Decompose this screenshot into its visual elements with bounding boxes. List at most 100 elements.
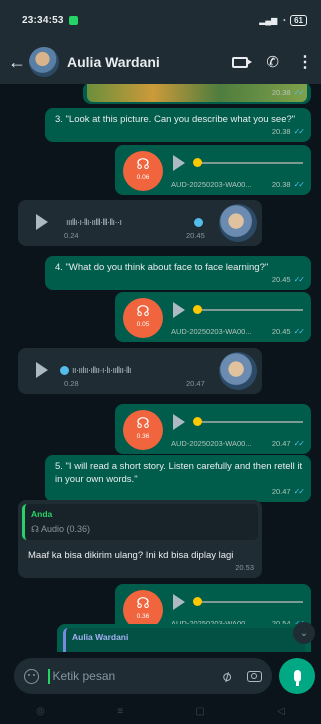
audio-scrubber[interactable] <box>193 158 202 167</box>
audio-duration: 0.06 <box>136 174 150 181</box>
voice-message[interactable]: ıı·ıılıı·ıllıı·ı·lı·ııllıı·llı 0.28 20.4… <box>18 348 262 394</box>
message-list[interactable]: 20.38 ✓✓ 3. "Look at this picture. Can y… <box>0 84 321 652</box>
reply-message[interactable]: Aulia Wardani <box>57 624 311 652</box>
message-meta: 20.45 ✓✓ <box>272 273 305 286</box>
text-caret <box>48 668 50 684</box>
audio-scrubber[interactable] <box>193 417 202 426</box>
recents-icon[interactable]: ≡ <box>117 706 123 717</box>
message-time: 20.38 <box>271 180 291 189</box>
read-ticks-icon: ✓✓ <box>293 88 305 97</box>
notification-icon <box>68 15 78 25</box>
read-ticks-icon: ✓✓ <box>293 180 305 189</box>
message-meta: 20.47 ✓✓ <box>271 485 305 498</box>
play-icon[interactable] <box>173 155 185 171</box>
audio-scrubber[interactable] <box>193 305 202 314</box>
back-icon[interactable]: ◁ <box>277 706 285 717</box>
quote-text: Audio (0.36) <box>41 524 91 534</box>
message-time: 20.45 <box>186 231 205 240</box>
home-icon[interactable]: ▢ <box>195 706 204 717</box>
headphone-icon: ☊ 0.36 <box>123 410 163 450</box>
text-message[interactable]: 3. "Look at this picture. Can you descri… <box>45 108 311 142</box>
message-time: 20.47 <box>271 487 291 496</box>
audio-filename: AUD-20250203-WA00... <box>171 439 252 448</box>
audio-track[interactable] <box>195 421 303 423</box>
message-input[interactable]: Ketik pesan ⌀ <box>14 658 272 694</box>
contact-avatar[interactable] <box>29 47 59 77</box>
image-message[interactable]: 20.38 ✓✓ <box>83 84 311 104</box>
audio-track[interactable] <box>195 309 303 311</box>
voice-message[interactable]: ıııllı·ı·llı·ıılll·lll·llı··ı 0.24 20.45 <box>18 200 262 246</box>
headphone-icon: ☊ <box>31 524 41 534</box>
voice-message[interactable]: ☊ 0.36 AUD-20250203-WA00... 20.47 ✓✓ <box>115 404 311 454</box>
scroll-to-bottom-icon[interactable]: ⌄ <box>293 622 315 644</box>
text-message[interactable]: 4. "What do you think about face to face… <box>45 256 311 290</box>
camera-icon[interactable] <box>247 670 262 682</box>
reply-message[interactable]: Anda ☊ Audio (0.36) Maaf ka bisa dikirim… <box>18 500 262 578</box>
video-call-icon[interactable] <box>232 56 253 68</box>
message-time: 20.53 <box>235 563 254 572</box>
quote-content: ☊ Audio (0.36) <box>31 523 252 536</box>
status-bar: 23:34:53 ▂▄▆ ◔ 61 <box>0 0 321 40</box>
voice-message[interactable]: ☊ 0.06 AUD-20250203-WA00... 20.38 ✓✓ <box>115 145 311 195</box>
message-time: 20.38 <box>271 88 291 97</box>
play-icon[interactable] <box>36 362 48 378</box>
read-ticks-icon: ✓✓ <box>293 127 305 136</box>
quote-author: Anda <box>31 509 53 519</box>
message-time: 20.47 <box>186 379 205 388</box>
read-ticks-icon: ✓✓ <box>293 275 305 284</box>
audio-filename: AUD-20250203-WA00... <box>171 180 252 189</box>
composer: Ketik pesan ⌀ <box>0 652 321 698</box>
audio-track[interactable] <box>195 601 303 603</box>
audio-scrubber[interactable] <box>193 597 202 606</box>
read-ticks-icon: ✓✓ <box>293 439 305 448</box>
audio-scrubber[interactable] <box>194 218 203 227</box>
message-time: 20.45 <box>271 327 291 336</box>
read-ticks-icon: ✓✓ <box>293 327 305 336</box>
message-meta: 20.38 ✓✓ <box>272 125 305 138</box>
attach-icon[interactable]: ⌀ <box>218 666 235 686</box>
message-meta: 20.45 ✓✓ <box>271 325 305 338</box>
wifi-icon: ◔ <box>281 15 287 25</box>
signal-icon: ▂▄▆ <box>259 15 278 25</box>
play-icon[interactable] <box>173 594 185 610</box>
audio-duration: 0.36 <box>136 613 150 620</box>
clock: 23:34:53 <box>22 14 64 26</box>
message-meta: 20.38 ✓✓ <box>271 86 305 99</box>
status-icons: ▂▄▆ ◔ 61 <box>259 14 307 26</box>
audio-scrubber[interactable] <box>60 366 69 375</box>
message-text: 5. "I will read a short story. Listen ca… <box>55 461 303 485</box>
sender-avatar <box>219 204 257 242</box>
chat-header: ← Aulia Wardani ✆ ⋮ <box>0 40 321 84</box>
quoted-message[interactable]: Anda ☊ Audio (0.36) <box>22 504 258 540</box>
accessibility-icon[interactable]: ◎ <box>36 706 45 717</box>
back-arrow-icon[interactable]: ← <box>8 52 26 73</box>
play-icon[interactable] <box>173 414 185 430</box>
more-options-icon[interactable]: ⋮ <box>297 52 313 72</box>
audio-waveform[interactable]: ıııllı·ı·llı·ıılll·lll·llı··ı <box>66 216 122 229</box>
voice-record-button[interactable] <box>279 658 315 694</box>
emoji-icon[interactable] <box>24 668 39 684</box>
message-meta: 20.38 ✓✓ <box>271 178 305 191</box>
headphone-icon: ☊ 0.05 <box>123 298 163 338</box>
text-message[interactable]: 5. "I will read a short story. Listen ca… <box>45 455 311 502</box>
battery-icon: 61 <box>290 14 307 26</box>
quoted-message[interactable]: Aulia Wardani <box>63 628 305 652</box>
contact-name[interactable]: Aulia Wardani <box>67 54 160 70</box>
play-icon[interactable] <box>36 214 48 230</box>
message-text: Maaf ka bisa dikirim ulang? Ini kd bisa … <box>28 550 234 561</box>
audio-filename: AUD-20250203-WA00... <box>171 327 252 336</box>
message-placeholder[interactable]: Ketik pesan <box>53 669 116 683</box>
message-time: 20.47 <box>271 439 291 448</box>
audio-duration: 0.28 <box>64 379 79 388</box>
message-meta: 20.47 ✓✓ <box>271 437 305 450</box>
audio-duration: 0.05 <box>136 321 150 328</box>
system-nav-bar: ◎ ≡ ▢ ◁ <box>0 698 321 724</box>
voice-message[interactable]: ☊ 0.05 AUD-20250203-WA00... 20.45 ✓✓ <box>115 292 311 342</box>
sender-avatar <box>219 352 257 390</box>
play-icon[interactable] <box>173 302 185 318</box>
audio-track[interactable] <box>195 162 303 164</box>
phone-call-icon[interactable]: ✆ <box>266 53 279 71</box>
audio-waveform[interactable]: ıı·ıılıı·ıllıı·ı·lı·ııllıı·llı <box>72 364 132 377</box>
message-text: 3. "Look at this picture. Can you descri… <box>55 114 296 125</box>
quote-author: Aulia Wardani <box>72 632 129 642</box>
